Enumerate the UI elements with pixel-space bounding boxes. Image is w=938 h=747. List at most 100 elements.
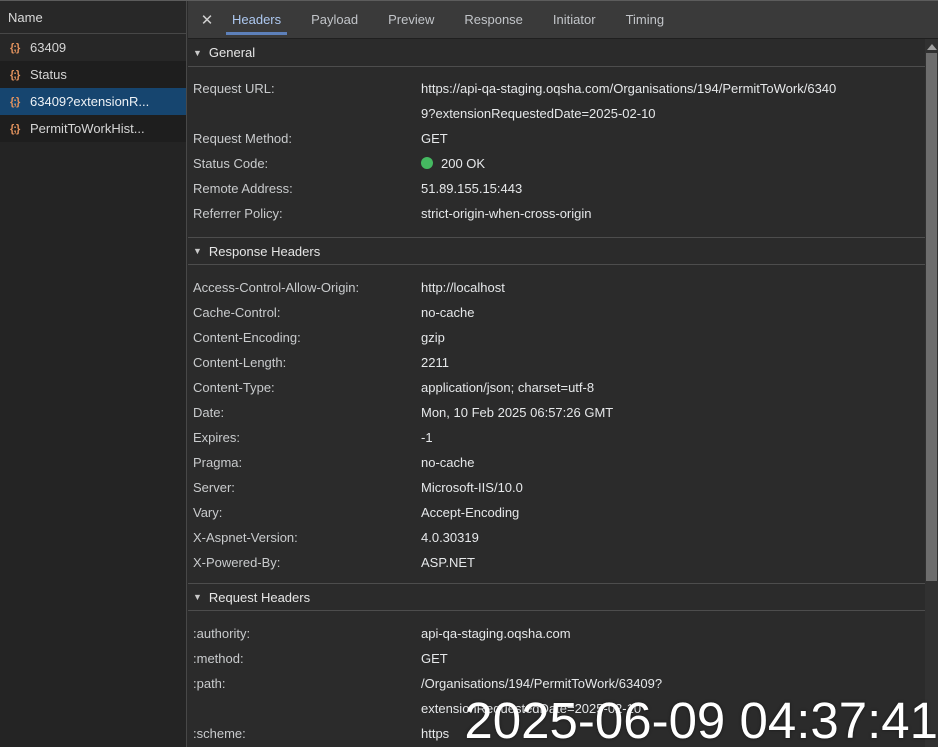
header-name: Request URL: [193, 81, 275, 96]
header-row: Server: Microsoft-IIS/10.0 [188, 475, 925, 500]
header-row: Pragma: no-cache [188, 450, 925, 475]
header-value: Mon, 10 Feb 2025 06:57:26 GMT [421, 405, 614, 420]
section-title: Request Headers [208, 589, 311, 605]
vertical-scrollbar[interactable] [925, 39, 938, 747]
header-row: Content-Length: 2211 [188, 350, 925, 375]
status-code-text: 200 OK [441, 156, 486, 171]
json-file-icon: {;} [10, 95, 20, 108]
scrollbar-thumb[interactable] [926, 53, 937, 581]
status-ok-dot-icon [421, 157, 433, 169]
header-value: 4.0.30319 [421, 530, 479, 545]
headers-detail-pane: ▼ General Request URL: https://api-qa-st… [188, 39, 925, 746]
header-value: Microsoft-IIS/10.0 [421, 480, 523, 495]
header-value: gzip [421, 330, 445, 345]
header-name: Vary: [193, 505, 223, 520]
header-value: api-qa-staging.oqsha.com [421, 626, 571, 641]
scrollbar-up-arrow-icon[interactable] [927, 44, 937, 50]
header-name: Request Method: [193, 131, 293, 146]
json-file-icon: {;} [10, 68, 20, 81]
header-name: Access-Control-Allow-Origin: [193, 280, 360, 295]
header-name: :method: [193, 651, 244, 666]
close-icon[interactable]: ✕ [197, 10, 217, 30]
header-value: GET [421, 651, 448, 666]
request-row-label: 63409 [30, 40, 67, 55]
header-row: Content-Type: application/json; charset=… [188, 375, 925, 400]
header-row: Content-Encoding: gzip [188, 325, 925, 350]
request-headers-list: :authority: api-qa-staging.oqsha.com :me… [188, 611, 925, 746]
section-title: General [208, 45, 256, 60]
request-row[interactable]: {;} PermitToWorkHist... [0, 115, 186, 142]
name-column-header[interactable]: Name [0, 1, 186, 34]
header-name: :authority: [193, 626, 251, 641]
section-header-request-headers[interactable]: ▼ Request Headers [188, 583, 925, 611]
header-row: X-Aspnet-Version: 4.0.30319 [188, 525, 925, 550]
disclosure-triangle-icon: ▼ [193, 47, 202, 58]
header-row: Referrer Policy: strict-origin-when-cros… [188, 201, 925, 226]
header-value: Accept-Encoding [421, 505, 520, 520]
header-value: 51.89.155.15:443 [421, 181, 523, 196]
tab-timing[interactable]: Timing [624, 1, 667, 38]
disclosure-triangle-icon: ▼ [193, 592, 202, 602]
request-row-label: 63409?extensionR... [30, 94, 150, 109]
tab-response[interactable]: Response [462, 1, 525, 38]
tab-payload[interactable]: Payload [309, 1, 360, 38]
header-name: Server: [193, 480, 235, 495]
header-name: Content-Encoding: [193, 330, 301, 345]
section-header-general[interactable]: ▼ General [188, 39, 925, 67]
detail-tabbar: ✕ Headers Payload Preview Response Initi… [188, 1, 938, 39]
request-row[interactable]: {;} Status [0, 61, 186, 88]
header-name: X-Aspnet-Version: [193, 530, 298, 545]
header-name: Remote Address: [193, 181, 293, 196]
header-name: Content-Length: [193, 355, 287, 370]
header-name: Cache-Control: [193, 305, 281, 320]
request-row[interactable]: {;} 63409 [0, 34, 186, 61]
header-row: :method: GET [188, 646, 925, 671]
tab-headers[interactable]: Headers [225, 1, 288, 38]
header-name: Content-Type: [193, 380, 275, 395]
header-name: Date: [193, 405, 225, 420]
header-name: Referrer Policy: [193, 206, 283, 221]
header-value: /Organisations/194/PermitToWork/63409? e… [421, 676, 663, 716]
header-row: Cache-Control: no-cache [188, 300, 925, 325]
header-value: -1 [421, 430, 433, 445]
header-value: GET [421, 131, 448, 146]
header-row: :path: /Organisations/194/PermitToWork/6… [188, 671, 925, 721]
header-row: Remote Address: 51.89.155.15:443 [188, 176, 925, 201]
header-row: :authority: api-qa-staging.oqsha.com [188, 621, 925, 646]
header-value: strict-origin-when-cross-origin [421, 206, 592, 221]
header-row: Access-Control-Allow-Origin: http://loca… [188, 275, 925, 300]
request-row-selected[interactable]: {;} 63409?extensionR... [0, 88, 186, 115]
header-row: Request Method: GET [188, 126, 925, 151]
devtools-network-panel: Name {;} 63409 {;} Status {;} 63409?exte… [0, 0, 938, 747]
header-name: X-Powered-By: [193, 555, 281, 570]
header-row: X-Powered-By: ASP.NET [188, 550, 925, 575]
response-headers-list: Access-Control-Allow-Origin: http://loca… [188, 265, 925, 583]
header-name: Expires: [193, 430, 240, 445]
header-name: :path: [193, 676, 226, 691]
header-value: ASP.NET [421, 555, 475, 570]
header-value: no-cache [421, 305, 475, 320]
section-title: Response Headers [208, 243, 321, 259]
header-value: http://localhost [421, 280, 505, 295]
general-list: Request URL: https://api-qa-staging.oqsh… [188, 67, 925, 237]
json-file-icon: {;} [10, 41, 20, 54]
section-header-response-headers[interactable]: ▼ Response Headers [188, 237, 925, 265]
header-row: Date: Mon, 10 Feb 2025 06:57:26 GMT [188, 400, 925, 425]
header-row: Status Code: 200 OK [188, 151, 925, 176]
header-value: application/json; charset=utf-8 [421, 380, 595, 395]
header-value: 200 OK [421, 151, 925, 176]
disclosure-triangle-icon: ▼ [193, 246, 202, 256]
header-row: Request URL: https://api-qa-staging.oqsh… [188, 76, 925, 126]
header-name: Pragma: [193, 455, 243, 470]
tab-initiator[interactable]: Initiator [551, 1, 598, 38]
request-list-sidebar: Name {;} 63409 {;} Status {;} 63409?exte… [0, 1, 187, 747]
header-value: https://api-qa-staging.oqsha.com/Organis… [421, 81, 837, 121]
header-row: Expires: -1 [188, 425, 925, 450]
header-row: Vary: Accept-Encoding [188, 500, 925, 525]
request-row-label: Status [30, 67, 67, 82]
header-value: 2211 [421, 355, 449, 370]
header-value: https [421, 726, 450, 741]
tab-preview[interactable]: Preview [386, 1, 436, 38]
name-column-label: Name [8, 9, 43, 25]
request-row-label: PermitToWorkHist... [30, 121, 145, 136]
